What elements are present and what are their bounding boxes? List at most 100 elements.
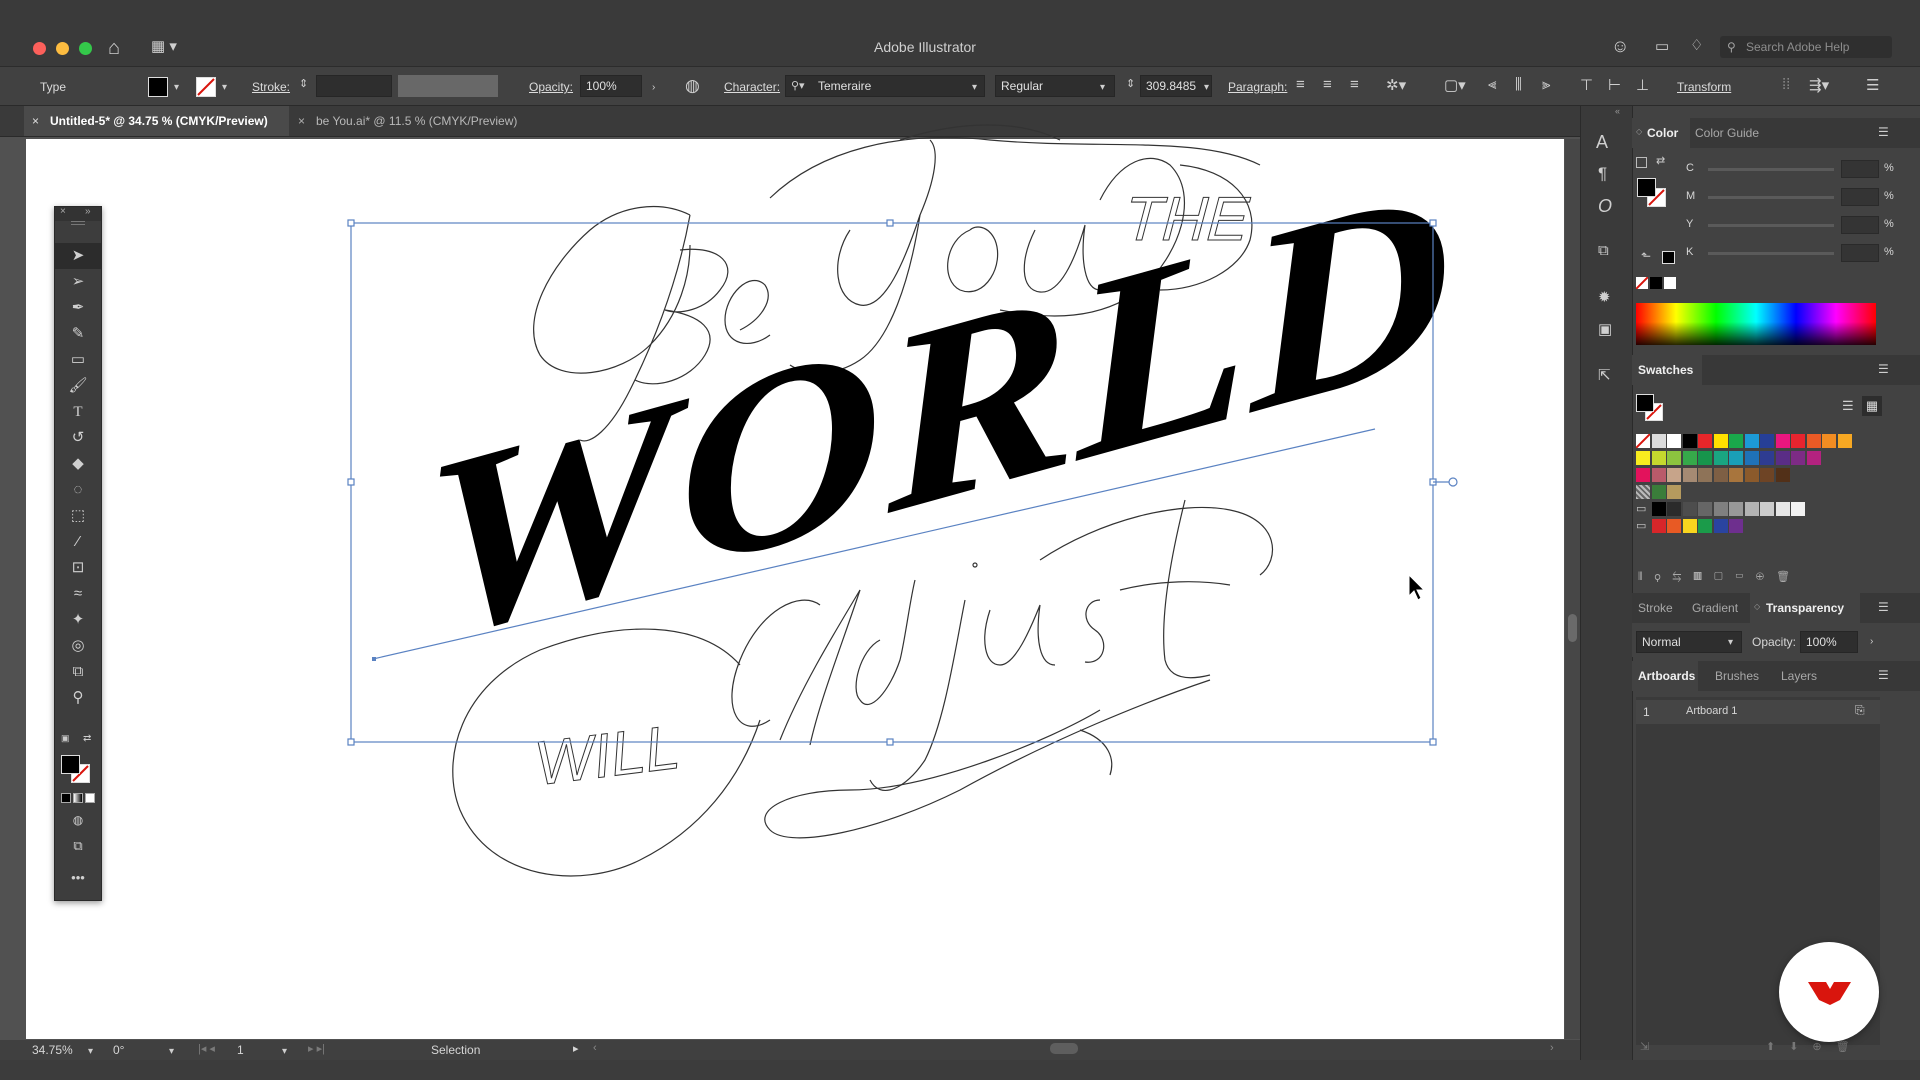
- swatches-panel-menu-icon[interactable]: ☰: [1878, 362, 1889, 376]
- transparency-opacity-arrow[interactable]: ›: [1870, 636, 1873, 647]
- color-swatch[interactable]: [1775, 451, 1790, 465]
- slice-tool-icon[interactable]: ⧉: [55, 659, 101, 685]
- horizontal-scroll-thumb[interactable]: [1050, 1043, 1078, 1054]
- channel-k-slider[interactable]: [1708, 252, 1834, 255]
- list-view-icon[interactable]: ☰: [1842, 398, 1854, 414]
- graphic-styles-icon[interactable]: ✹: [1598, 288, 1611, 306]
- none-color-chip[interactable]: [1636, 277, 1648, 289]
- type-tool-icon[interactable]: T: [55, 399, 101, 425]
- swap-colors-icon[interactable]: ⇄: [83, 733, 91, 744]
- tab-brushes[interactable]: Brushes: [1715, 669, 1759, 683]
- color-swatch[interactable]: [1636, 451, 1650, 465]
- tab-stroke[interactable]: Stroke: [1638, 601, 1673, 615]
- rotate-tool-icon[interactable]: ↺: [55, 425, 101, 451]
- channel-y-slider[interactable]: [1708, 224, 1834, 227]
- pattern-swatch[interactable]: [1636, 485, 1650, 499]
- artboard-row[interactable]: [1636, 700, 1880, 724]
- vertical-scrollbar[interactable]: [1565, 139, 1580, 1039]
- color-swatch[interactable]: [1713, 434, 1728, 448]
- artboard-options-icon[interactable]: ⎘: [1855, 703, 1865, 718]
- color-swatch[interactable]: [1682, 468, 1697, 482]
- group-swatch[interactable]: [1713, 519, 1728, 533]
- artwork-canvas[interactable]: THE WILL WORLD: [0, 0, 1580, 1040]
- color-swatch[interactable]: [1729, 451, 1743, 465]
- free-transform-tool-icon[interactable]: ⬚: [55, 503, 101, 529]
- color-swatch[interactable]: [1713, 468, 1728, 482]
- lasso-tool-icon[interactable]: ◌: [55, 477, 101, 503]
- rotation-value[interactable]: 0°: [113, 1043, 124, 1057]
- tab-color-label[interactable]: Color: [1647, 126, 1678, 140]
- color-swatch[interactable]: [1760, 451, 1774, 465]
- transparency-panel-menu-icon[interactable]: ☰: [1878, 600, 1889, 614]
- discover-lightbulb-icon[interactable]: ♢: [1690, 36, 1703, 54]
- zoom-caret[interactable]: ▾: [88, 1046, 93, 1057]
- color-swatch[interactable]: [1760, 468, 1774, 482]
- channel-y-field[interactable]: [1841, 216, 1879, 234]
- help-search-input[interactable]: ⚲ Search Adobe Help: [1720, 36, 1892, 58]
- width-tool-icon[interactable]: ≈: [55, 581, 101, 607]
- none-swatch[interactable]: [1635, 433, 1651, 449]
- gray-swatch[interactable]: [1760, 502, 1774, 516]
- user-account-icon[interactable]: ☺: [1611, 36, 1629, 57]
- isolate-icon[interactable]: ⁞⁞: [1782, 76, 1790, 93]
- color-swatch[interactable]: [1667, 451, 1681, 465]
- color-spectrum[interactable]: [1636, 303, 1876, 345]
- default-colors-icon[interactable]: ▣: [61, 733, 70, 744]
- color-swatch[interactable]: [1698, 451, 1712, 465]
- swatches-fill-swatch[interactable]: [1636, 394, 1654, 412]
- tab-artboards-label[interactable]: Artboards: [1638, 669, 1695, 683]
- edit-toolbar-icon[interactable]: •••: [55, 865, 101, 891]
- artboards-panel-menu-icon[interactable]: ☰: [1878, 668, 1889, 682]
- gray-swatch[interactable]: [1791, 502, 1805, 516]
- gray-swatch[interactable]: [1682, 502, 1697, 516]
- color-swatch[interactable]: [1775, 434, 1790, 448]
- align-bottom-edges-icon[interactable]: ⊥: [1636, 76, 1649, 94]
- eyedropper-tool-icon[interactable]: ⁄: [55, 529, 101, 555]
- swatch-group-folder-icon[interactable]: ▭: [1636, 519, 1646, 532]
- gray-swatch[interactable]: [1775, 502, 1790, 516]
- color-swatch[interactable]: [1729, 468, 1743, 482]
- tab-color-guide[interactable]: Color Guide: [1695, 126, 1759, 140]
- dock-collapse-icon[interactable]: «: [1615, 106, 1620, 116]
- color-swatch[interactable]: [1760, 434, 1774, 448]
- group-swatch[interactable]: [1698, 519, 1712, 533]
- out-port-handle[interactable]: [1448, 477, 1458, 487]
- last-artboard-icon[interactable]: ▸ ▸|: [308, 1042, 325, 1055]
- gray-swatch[interactable]: [1651, 502, 1666, 516]
- blend-mode-select[interactable]: Normal: [1636, 631, 1742, 653]
- artboard-row-name[interactable]: Artboard 1: [1686, 705, 1737, 717]
- baseline-anchor[interactable]: [372, 657, 376, 661]
- artboard-number[interactable]: 1: [237, 1043, 244, 1057]
- transparency-toggle-icon[interactable]: ◇: [1754, 602, 1760, 611]
- tab-gradient[interactable]: Gradient: [1692, 601, 1738, 615]
- artboard-caret[interactable]: ▾: [282, 1046, 287, 1057]
- transparency-opacity-field[interactable]: 100%: [1800, 631, 1858, 653]
- color-panel-toggle-icon[interactable]: ◇: [1636, 127, 1642, 136]
- color-swatch[interactable]: [1806, 451, 1821, 465]
- shape-builder-tool-icon[interactable]: ◎: [55, 633, 101, 659]
- rectangle-tool-icon[interactable]: ▭: [55, 347, 101, 373]
- swatch-group-folder-icon[interactable]: ▭: [1636, 502, 1646, 515]
- color-swatch[interactable]: [1698, 468, 1712, 482]
- pattern-swatch[interactable]: [1651, 485, 1666, 499]
- hscroll-right-icon[interactable]: ›: [1550, 1042, 1554, 1054]
- last-color-swatch[interactable]: [1662, 251, 1675, 264]
- color-swatch[interactable]: [1744, 468, 1759, 482]
- group-swatch[interactable]: [1729, 519, 1743, 533]
- blend-mode-caret[interactable]: ▾: [1728, 637, 1733, 648]
- align-vertical-center-icon[interactable]: ⊢: [1608, 76, 1621, 94]
- zoom-tool-icon[interactable]: ⚲: [55, 685, 101, 711]
- character-panel-icon[interactable]: A: [1596, 132, 1608, 153]
- color-swatch[interactable]: [1744, 434, 1759, 448]
- color-swatch[interactable]: [1651, 451, 1666, 465]
- gray-swatch[interactable]: [1729, 502, 1743, 516]
- gray-swatch[interactable]: [1698, 502, 1712, 516]
- swatches-footer-icons[interactable]: ⫴⚲⇆▦▢▭⊕🗑: [1638, 570, 1802, 584]
- channel-m-slider[interactable]: [1708, 196, 1834, 199]
- eraser-tool-icon[interactable]: ◆: [55, 451, 101, 477]
- color-swatch[interactable]: [1822, 434, 1836, 448]
- color-swatch[interactable]: [1682, 434, 1697, 448]
- puppet-warp-tool-icon[interactable]: ✦: [55, 607, 101, 633]
- color-swatch[interactable]: [1713, 451, 1728, 465]
- color-swatch[interactable]: [1837, 434, 1852, 448]
